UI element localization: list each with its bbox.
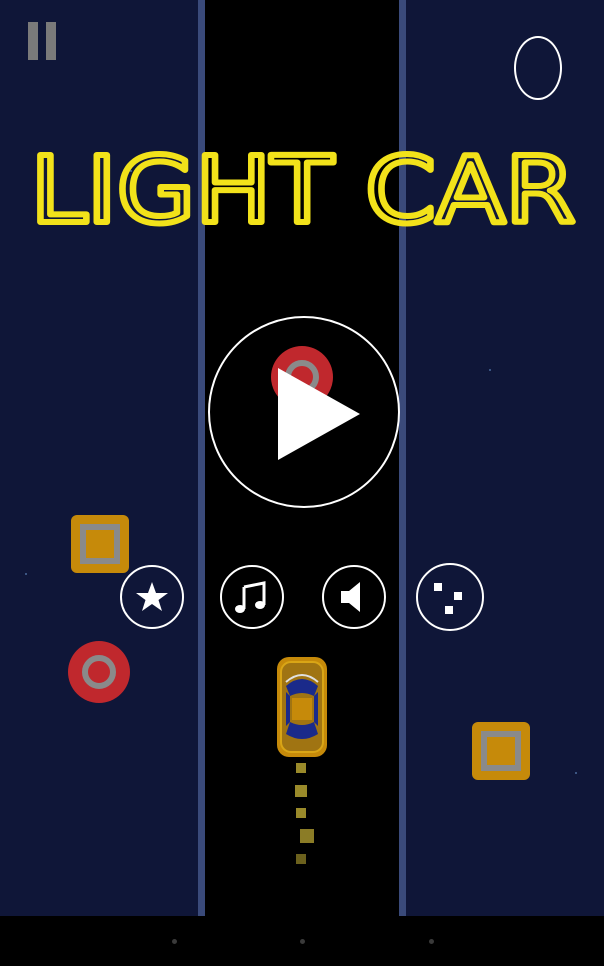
left-divider — [198, 0, 205, 916]
system-nav-bar — [0, 916, 604, 966]
nav-recents-button[interactable] — [429, 939, 434, 944]
rate-button[interactable] — [120, 565, 184, 629]
ring-obstacle — [68, 641, 130, 703]
car-trail — [295, 785, 307, 797]
right-divider — [399, 0, 406, 916]
background-star — [25, 573, 27, 575]
dots-icon — [434, 583, 462, 614]
sound-button[interactable] — [322, 565, 386, 629]
square-obstacle — [472, 722, 530, 780]
music-note-icon — [235, 581, 266, 613]
music-button[interactable] — [220, 565, 284, 629]
background-star — [489, 369, 491, 371]
play-icon — [278, 368, 360, 460]
share-button[interactable] — [416, 563, 484, 631]
left-lane — [0, 0, 198, 916]
square-obstacle — [71, 515, 129, 573]
score-display: 0 — [514, 36, 562, 100]
pause-icon[interactable] — [28, 22, 56, 60]
car-trail — [296, 854, 306, 864]
game-screen: 0 LIGHT CAR — [0, 0, 604, 916]
speaker-icon — [341, 582, 360, 612]
car-trail — [300, 829, 314, 843]
game-title-text: LIGHT CAR — [31, 144, 576, 228]
play-button[interactable] — [208, 316, 400, 508]
nav-home-button[interactable] — [300, 939, 305, 944]
star-icon — [136, 582, 168, 611]
game-title: LIGHT CAR — [28, 144, 578, 228]
score-value: 0 — [516, 38, 517, 39]
car-trail — [296, 808, 306, 818]
player-car — [276, 656, 328, 758]
nav-back-button[interactable] — [172, 939, 177, 944]
background-star — [575, 772, 577, 774]
car-trail — [296, 763, 306, 773]
